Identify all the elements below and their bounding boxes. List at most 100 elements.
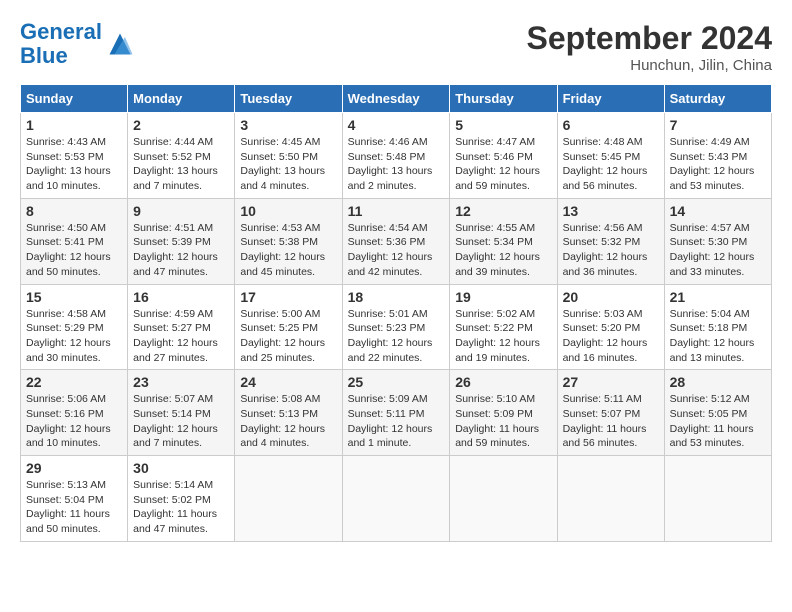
calendar-cell: 14 Sunrise: 4:57 AMSunset: 5:30 PMDayligh… — [664, 198, 771, 284]
day-info: Sunrise: 4:58 AMSunset: 5:29 PMDaylight:… — [26, 307, 122, 366]
day-info: Sunrise: 4:48 AMSunset: 5:45 PMDaylight:… — [563, 135, 659, 194]
calendar-cell: 30 Sunrise: 5:14 AMSunset: 5:02 PMDayligh… — [128, 456, 235, 542]
day-info: Sunrise: 5:08 AMSunset: 5:13 PMDaylight:… — [240, 392, 336, 451]
day-number: 5 — [455, 117, 551, 133]
calendar-cell — [664, 456, 771, 542]
day-number: 28 — [670, 374, 766, 390]
calendar-cell: 7 Sunrise: 4:49 AMSunset: 5:43 PMDaylight… — [664, 113, 771, 199]
day-number: 4 — [348, 117, 445, 133]
day-number: 1 — [26, 117, 122, 133]
day-number: 18 — [348, 289, 445, 305]
day-info: Sunrise: 4:54 AMSunset: 5:36 PMDaylight:… — [348, 221, 445, 280]
calendar-cell: 19 Sunrise: 5:02 AMSunset: 5:22 PMDayligh… — [450, 284, 557, 370]
month-title: September 2024 — [527, 20, 772, 57]
day-number: 6 — [563, 117, 659, 133]
day-info: Sunrise: 4:53 AMSunset: 5:38 PMDaylight:… — [240, 221, 336, 280]
day-number: 26 — [455, 374, 551, 390]
calendar-cell: 27 Sunrise: 5:11 AMSunset: 5:07 PMDayligh… — [557, 370, 664, 456]
header-monday: Monday — [128, 85, 235, 113]
title-area: September 2024 Hunchun, Jilin, China — [527, 20, 772, 74]
calendar-cell: 21 Sunrise: 5:04 AMSunset: 5:18 PMDayligh… — [664, 284, 771, 370]
calendar-cell — [235, 456, 342, 542]
calendar-cell: 1Sunrise: 4:43 AMSunset: 5:53 PMDaylight… — [21, 113, 128, 199]
page-header: General Blue September 2024 Hunchun, Jil… — [20, 20, 772, 74]
day-number: 13 — [563, 203, 659, 219]
calendar-header-row: SundayMondayTuesdayWednesdayThursdayFrid… — [21, 85, 772, 113]
calendar-week-1: 8Sunrise: 4:50 AMSunset: 5:41 PMDaylight… — [21, 198, 772, 284]
calendar-body: 1Sunrise: 4:43 AMSunset: 5:53 PMDaylight… — [21, 113, 772, 542]
calendar-cell: 4 Sunrise: 4:46 AMSunset: 5:48 PMDaylight… — [342, 113, 450, 199]
day-number: 19 — [455, 289, 551, 305]
calendar-cell: 24Sunrise: 5:08 AMSunset: 5:13 PMDayligh… — [235, 370, 342, 456]
day-info: Sunrise: 5:01 AMSunset: 5:23 PMDaylight:… — [348, 307, 445, 366]
calendar-cell: 10Sunrise: 4:53 AMSunset: 5:38 PMDayligh… — [235, 198, 342, 284]
day-number: 11 — [348, 203, 445, 219]
day-info: Sunrise: 4:56 AMSunset: 5:32 PMDaylight:… — [563, 221, 659, 280]
day-info: Sunrise: 5:12 AMSunset: 5:05 PMDaylight:… — [670, 392, 766, 451]
day-info: Sunrise: 5:13 AMSunset: 5:04 PMDaylight:… — [26, 478, 122, 537]
day-info: Sunrise: 5:14 AMSunset: 5:02 PMDaylight:… — [133, 478, 229, 537]
calendar-cell: 20 Sunrise: 5:03 AMSunset: 5:20 PMDayligh… — [557, 284, 664, 370]
day-number: 14 — [670, 203, 766, 219]
day-info: Sunrise: 5:00 AMSunset: 5:25 PMDaylight:… — [240, 307, 336, 366]
calendar-week-0: 1Sunrise: 4:43 AMSunset: 5:53 PMDaylight… — [21, 113, 772, 199]
day-info: Sunrise: 4:49 AMSunset: 5:43 PMDaylight:… — [670, 135, 766, 194]
day-info: Sunrise: 5:09 AMSunset: 5:11 PMDaylight:… — [348, 392, 445, 451]
header-sunday: Sunday — [21, 85, 128, 113]
calendar-cell: 9Sunrise: 4:51 AMSunset: 5:39 PMDaylight… — [128, 198, 235, 284]
day-info: Sunrise: 4:46 AMSunset: 5:48 PMDaylight:… — [348, 135, 445, 194]
calendar-cell: 8Sunrise: 4:50 AMSunset: 5:41 PMDaylight… — [21, 198, 128, 284]
calendar-cell: 2 Sunrise: 4:44 AMSunset: 5:52 PMDaylight… — [128, 113, 235, 199]
calendar-cell: 17 Sunrise: 5:00 AMSunset: 5:25 PMDayligh… — [235, 284, 342, 370]
day-info: Sunrise: 4:45 AMSunset: 5:50 PMDaylight:… — [240, 135, 336, 194]
header-wednesday: Wednesday — [342, 85, 450, 113]
day-number: 7 — [670, 117, 766, 133]
calendar-cell: 23 Sunrise: 5:07 AMSunset: 5:14 PMDayligh… — [128, 370, 235, 456]
day-number: 15 — [26, 289, 122, 305]
day-info: Sunrise: 4:51 AMSunset: 5:39 PMDaylight:… — [133, 221, 229, 280]
header-friday: Friday — [557, 85, 664, 113]
calendar-cell — [557, 456, 664, 542]
calendar-week-4: 29 Sunrise: 5:13 AMSunset: 5:04 PMDayligh… — [21, 456, 772, 542]
day-info: Sunrise: 5:10 AMSunset: 5:09 PMDaylight:… — [455, 392, 551, 451]
calendar-cell — [342, 456, 450, 542]
day-number: 30 — [133, 460, 229, 476]
calendar-cell: 6 Sunrise: 4:48 AMSunset: 5:45 PMDaylight… — [557, 113, 664, 199]
day-info: Sunrise: 5:04 AMSunset: 5:18 PMDaylight:… — [670, 307, 766, 366]
header-tuesday: Tuesday — [235, 85, 342, 113]
day-info: Sunrise: 5:02 AMSunset: 5:22 PMDaylight:… — [455, 307, 551, 366]
calendar-week-3: 22Sunrise: 5:06 AMSunset: 5:16 PMDayligh… — [21, 370, 772, 456]
calendar-cell: 22Sunrise: 5:06 AMSunset: 5:16 PMDayligh… — [21, 370, 128, 456]
day-info: Sunrise: 4:47 AMSunset: 5:46 PMDaylight:… — [455, 135, 551, 194]
day-info: Sunrise: 5:11 AMSunset: 5:07 PMDaylight:… — [563, 392, 659, 451]
day-number: 21 — [670, 289, 766, 305]
day-number: 8 — [26, 203, 122, 219]
calendar-cell: 12Sunrise: 4:55 AMSunset: 5:34 PMDayligh… — [450, 198, 557, 284]
calendar-cell: 29 Sunrise: 5:13 AMSunset: 5:04 PMDayligh… — [21, 456, 128, 542]
calendar-table: SundayMondayTuesdayWednesdayThursdayFrid… — [20, 84, 772, 542]
day-number: 17 — [240, 289, 336, 305]
day-number: 20 — [563, 289, 659, 305]
day-info: Sunrise: 4:57 AMSunset: 5:30 PMDaylight:… — [670, 221, 766, 280]
calendar-cell: 3Sunrise: 4:45 AMSunset: 5:50 PMDaylight… — [235, 113, 342, 199]
logo-icon — [106, 30, 134, 58]
day-number: 29 — [26, 460, 122, 476]
calendar-cell: 15 Sunrise: 4:58 AMSunset: 5:29 PMDayligh… — [21, 284, 128, 370]
header-thursday: Thursday — [450, 85, 557, 113]
calendar-cell: 18 Sunrise: 5:01 AMSunset: 5:23 PMDayligh… — [342, 284, 450, 370]
calendar-cell: 13 Sunrise: 4:56 AMSunset: 5:32 PMDayligh… — [557, 198, 664, 284]
day-info: Sunrise: 5:03 AMSunset: 5:20 PMDaylight:… — [563, 307, 659, 366]
header-saturday: Saturday — [664, 85, 771, 113]
day-number: 27 — [563, 374, 659, 390]
day-info: Sunrise: 4:44 AMSunset: 5:52 PMDaylight:… — [133, 135, 229, 194]
day-number: 2 — [133, 117, 229, 133]
calendar-cell: 16Sunrise: 4:59 AMSunset: 5:27 PMDayligh… — [128, 284, 235, 370]
day-number: 23 — [133, 374, 229, 390]
day-info: Sunrise: 4:55 AMSunset: 5:34 PMDaylight:… — [455, 221, 551, 280]
location: Hunchun, Jilin, China — [527, 57, 772, 74]
day-info: Sunrise: 5:07 AMSunset: 5:14 PMDaylight:… — [133, 392, 229, 451]
day-number: 25 — [348, 374, 445, 390]
calendar-week-2: 15 Sunrise: 4:58 AMSunset: 5:29 PMDayligh… — [21, 284, 772, 370]
day-info: Sunrise: 5:06 AMSunset: 5:16 PMDaylight:… — [26, 392, 122, 451]
calendar-cell — [450, 456, 557, 542]
